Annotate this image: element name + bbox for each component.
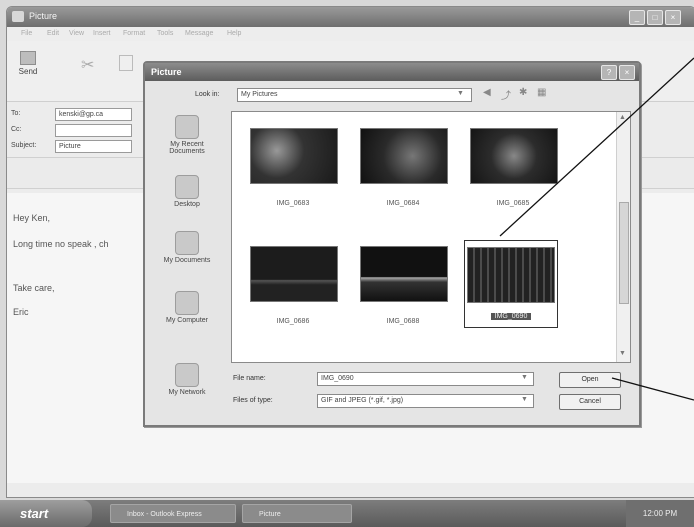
callout-lines	[499, 57, 694, 401]
task-picture[interactable]: Picture	[242, 504, 352, 523]
task-outlook-label: Inbox - Outlook Express	[127, 511, 202, 518]
callout-line-file	[499, 57, 694, 237]
system-tray: 12:00 PM	[626, 500, 694, 527]
start-button[interactable]: start	[0, 500, 92, 527]
callout-line-open	[611, 377, 694, 401]
clock[interactable]: 12:00 PM	[643, 509, 677, 518]
start-label: start	[20, 506, 49, 521]
task-outlook[interactable]: Inbox - Outlook Express	[110, 504, 236, 523]
taskbar: start Inbox - Outlook Express Picture 12…	[0, 500, 694, 527]
task-picture-label: Picture	[259, 511, 281, 518]
